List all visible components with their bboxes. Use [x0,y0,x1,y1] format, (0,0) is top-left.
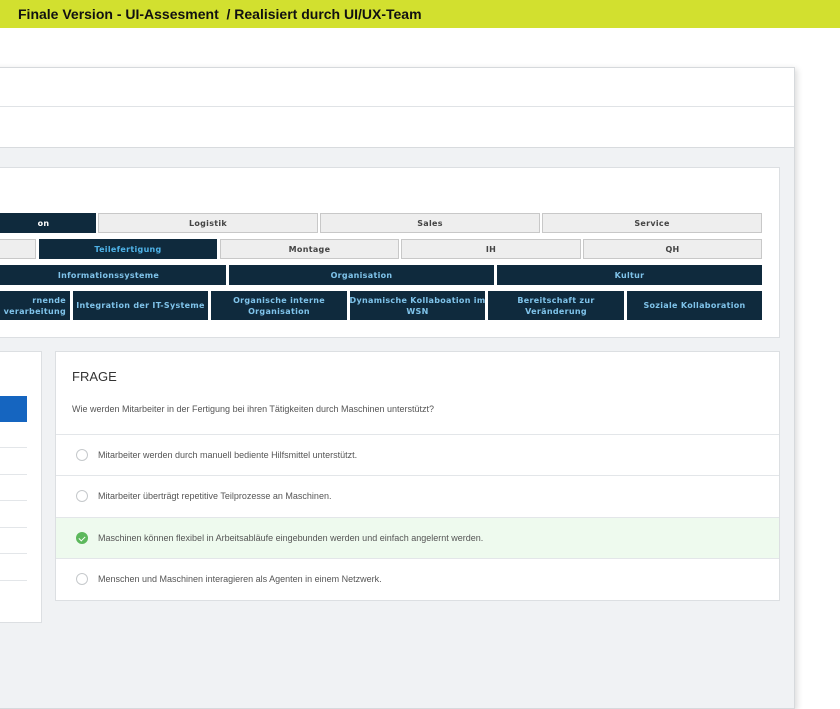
answer-option-selected[interactable]: Maschinen können flexibel in Arbeitsablä… [56,517,779,558]
version-banner: Finale Version - UI-Assesment / Realisie… [0,0,840,28]
side-panel-divider [0,553,27,554]
radio-checked-icon[interactable] [76,532,88,544]
answer-label: Menschen und Maschinen interagieren als … [98,574,382,584]
radio-unchecked-icon[interactable] [76,490,88,502]
answer-label: Mitarbeiter überträgt repetitive Teilpro… [98,491,332,501]
toolbar [0,107,794,148]
matrix-subcategory-ih[interactable]: IH [401,239,581,259]
side-panel-divider [0,474,27,475]
matrix-topic-organische-organisation[interactable]: Organische interne Organisation [211,291,347,320]
matrix-topic-bereitschaft[interactable]: Bereitschaft zur Veränderung [488,291,624,320]
matrix-topic-dynamische-kollaboration[interactable]: Dynamische Kollaboation im WSN [350,291,485,320]
matrix-subcategory-qh[interactable]: QH [583,239,762,259]
side-panel-divider [0,500,27,501]
radio-unchecked-icon[interactable] [76,449,88,461]
matrix-subcategory-teilefertigung[interactable]: Teilefertigung [39,239,217,259]
checkmark-icon [78,534,86,542]
side-panel [0,351,42,623]
question-heading: FRAGE [72,369,117,384]
assessment-matrix: on Logistik Sales Service Teilefertigung… [0,167,780,338]
matrix-dimension-informationssysteme[interactable]: Informationssysteme [0,265,226,285]
matrix-dimension-organisation[interactable]: Organisation [229,265,494,285]
title-bar [0,68,794,107]
matrix-topic-integration-it[interactable]: Integration der IT-Systeme [73,291,208,320]
answer-option[interactable]: Menschen und Maschinen interagieren als … [56,558,779,599]
answer-option[interactable]: Mitarbeiter überträgt repetitive Teilpro… [56,475,779,516]
question-text: Wie werden Mitarbeiter in der Fertigung … [72,404,435,414]
matrix-category-sales[interactable]: Sales [320,213,540,233]
side-panel-divider [0,580,27,581]
matrix-category-logistik[interactable]: Logistik [98,213,318,233]
question-card: FRAGE Wie werden Mitarbeiter in der Fert… [55,351,780,601]
matrix-category-service[interactable]: Service [542,213,762,233]
matrix-category-production[interactable]: on [0,213,96,233]
side-panel-button[interactable] [0,396,27,422]
matrix-topic-datenverarbeitung[interactable]: rnende verarbeitung [0,291,70,320]
side-panel-divider [0,447,27,448]
matrix-topic-soziale-kollaboration[interactable]: Soziale Kollaboration [627,291,762,320]
matrix-dimension-kultur[interactable]: Kultur [497,265,762,285]
answer-label: Maschinen können flexibel in Arbeitsablä… [98,533,484,543]
answer-option[interactable]: Mitarbeiter werden durch manuell bedient… [56,434,779,475]
radio-unchecked-icon[interactable] [76,573,88,585]
answer-label: Mitarbeiter werden durch manuell bedient… [98,450,358,460]
matrix-subcategory-montage[interactable]: Montage [220,239,399,259]
matrix-subcategory-left[interactable] [0,239,36,259]
side-panel-divider [0,527,27,528]
